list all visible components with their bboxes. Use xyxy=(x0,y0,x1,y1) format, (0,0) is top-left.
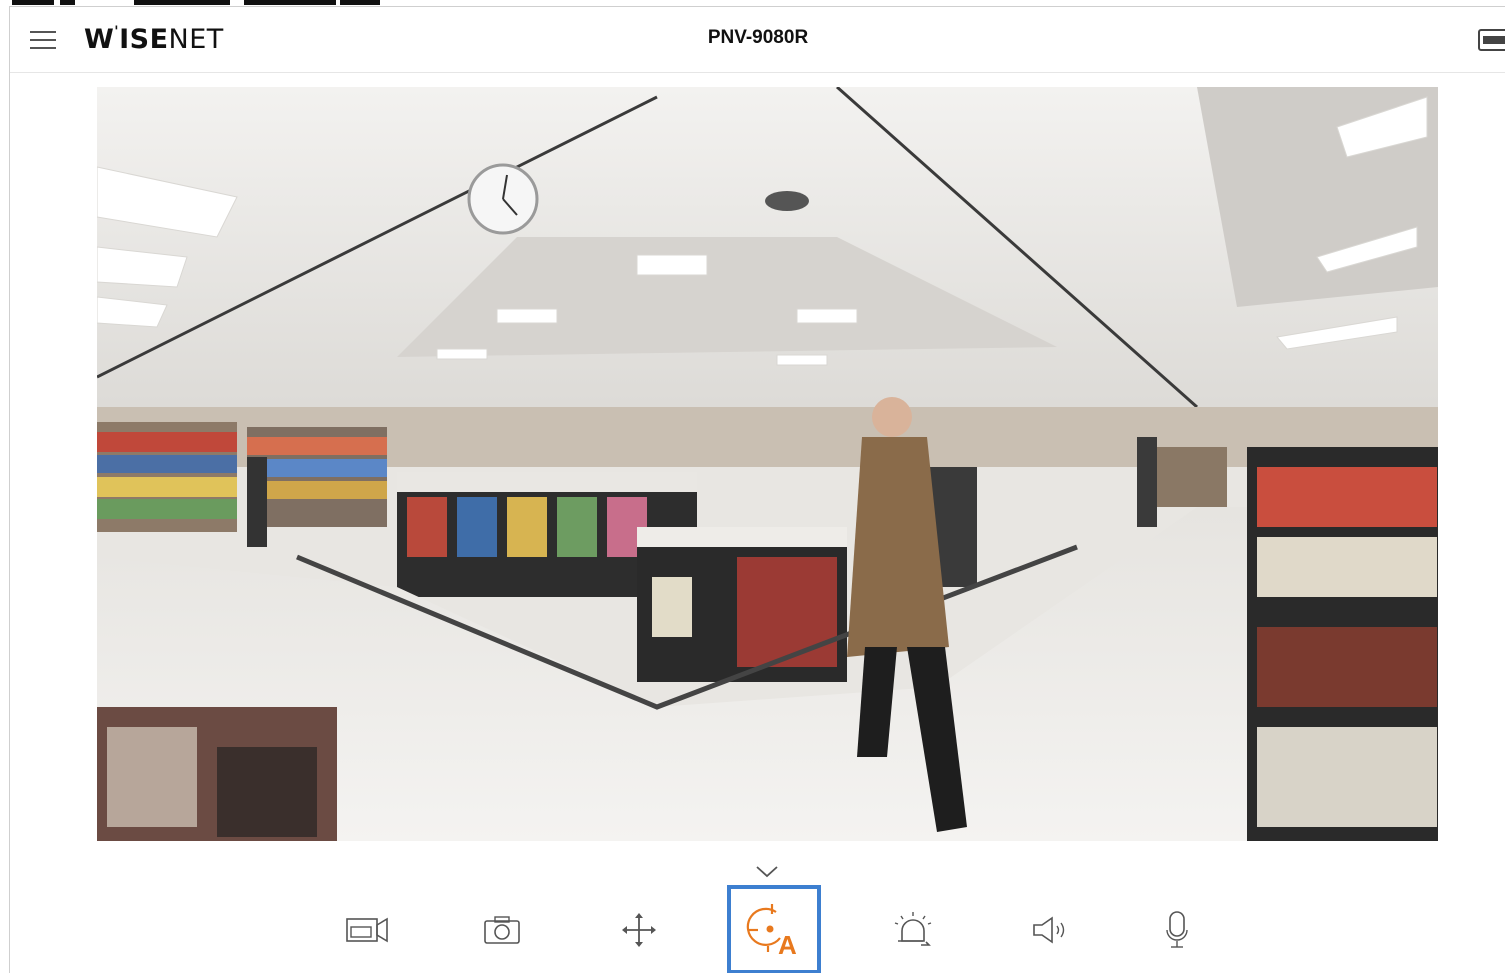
display-mode-icon[interactable] xyxy=(1478,29,1505,51)
microphone-icon[interactable] xyxy=(1130,885,1224,973)
ptz-move-icon[interactable] xyxy=(592,885,686,973)
camera-snapshot-icon[interactable] xyxy=(455,885,549,973)
camera-model-title: PNV-9080R xyxy=(707,27,809,48)
alarm-output-icon[interactable] xyxy=(867,885,961,973)
app-window: W ' ISE NET PNV-9080R A xyxy=(9,6,1505,973)
live-video-view[interactable] xyxy=(97,87,1438,841)
top-bar: W ' ISE NET PNV-9080R xyxy=(10,7,1505,73)
chevron-down-icon[interactable] xyxy=(755,865,779,879)
auto-tracking-icon[interactable]: A xyxy=(727,885,821,973)
control-toolbar: A xyxy=(10,885,1505,973)
svg-text:A: A xyxy=(778,930,797,958)
speaker-icon[interactable] xyxy=(1003,885,1097,973)
video-record-icon[interactable] xyxy=(320,885,414,973)
store-camera-feed xyxy=(97,87,1438,841)
